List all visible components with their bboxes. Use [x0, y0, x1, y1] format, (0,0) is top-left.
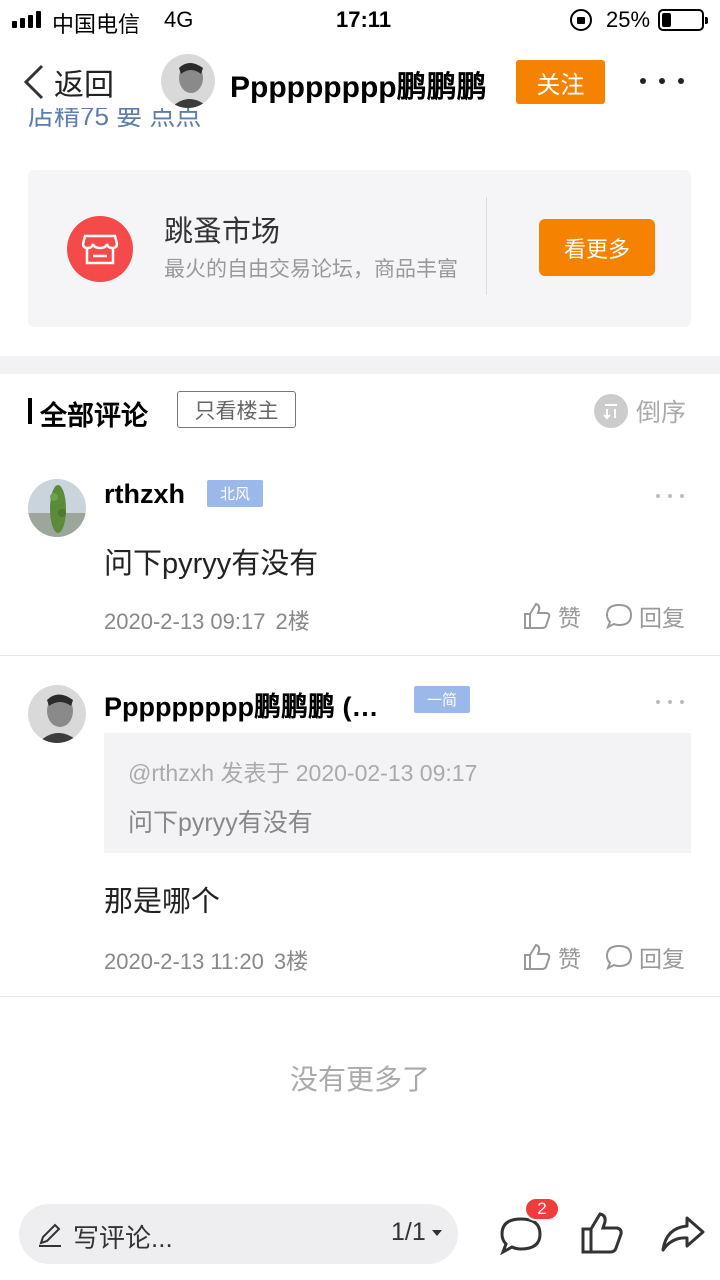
- sort-label: 倒序: [636, 399, 687, 427]
- quote-meta: @rthzxh 发表于 2020-02-13 09:17: [128, 760, 478, 786]
- reply-button[interactable]: 回复: [605, 599, 685, 633]
- chevron-down-icon: [431, 1229, 442, 1236]
- comment-timestamp: 2020-2-13 09:17: [104, 609, 266, 634]
- pen-icon: [39, 1223, 61, 1247]
- forum-card[interactable]: 跳蚤市场 最火的自由交易论坛，商品丰富 看更多: [28, 170, 691, 327]
- back-button[interactable]: 返回: [18, 60, 114, 104]
- battery-icon: [658, 9, 708, 31]
- signal-icon: [12, 10, 41, 28]
- comment-author[interactable]: rthzxh: [104, 479, 185, 510]
- comment-timestamp: 2020-2-13 11:20: [104, 949, 264, 974]
- avatar[interactable]: [28, 479, 86, 537]
- reply-bubble-icon: [605, 603, 633, 630]
- like-label: 赞: [558, 605, 581, 631]
- follow-button[interactable]: 关注: [516, 60, 605, 104]
- comment-floor: 2楼: [275, 609, 310, 634]
- like-button[interactable]: 赞: [522, 940, 581, 974]
- comment-count-badge: 2: [524, 1197, 560, 1221]
- reply-label: 回复: [639, 605, 685, 631]
- comment-author[interactable]: Ppppppppp鹏鹏鹏 (…: [104, 685, 378, 724]
- network-type: 4G: [164, 7, 194, 32]
- carrier-name: 中国电信: [52, 12, 141, 37]
- page-title[interactable]: Ppppppppp鹏鹏鹏: [230, 62, 487, 106]
- back-chevron-icon: [23, 64, 44, 100]
- title-marker: [28, 398, 32, 424]
- user-badge: 北风: [207, 480, 263, 507]
- reply-button[interactable]: 回复: [605, 940, 685, 974]
- thumb-up-icon: [524, 943, 551, 970]
- divider: [486, 197, 487, 295]
- quote-text: 问下pyryy有没有: [128, 809, 313, 837]
- share-button[interactable]: [660, 1212, 706, 1256]
- sort-icon: [594, 394, 628, 428]
- comment-item: rthzxh 北风 问下pyryy有没有 2020-2-13 09:17 2楼 赞…: [0, 448, 720, 656]
- comment-input[interactable]: 写评论... 1/1: [19, 1204, 458, 1264]
- like-label: 赞: [558, 946, 581, 972]
- user-badge: 一简: [414, 686, 470, 713]
- more-options-icon[interactable]: [640, 66, 684, 96]
- op-only-button[interactable]: 只看楼主: [177, 391, 296, 428]
- thumb-up-icon: [581, 1212, 623, 1254]
- comment-time: 2020-2-13 09:17 2楼: [104, 604, 310, 636]
- like-post-button[interactable]: [579, 1210, 625, 1256]
- comment-more-icon[interactable]: [656, 700, 684, 706]
- comment-placeholder: 写评论...: [73, 1223, 173, 1253]
- post-tags-partial: 店精75 要 点点: [28, 108, 202, 131]
- thumb-up-icon: [524, 602, 551, 629]
- like-button[interactable]: 赞: [522, 599, 581, 633]
- comment-time: 2020-2-13 11:20 3楼: [104, 944, 308, 976]
- avatar[interactable]: [28, 685, 86, 743]
- page-indicator-text: 1/1: [391, 1218, 426, 1246]
- forum-name: 跳蚤市场: [164, 216, 281, 248]
- page-indicator[interactable]: 1/1: [391, 1218, 442, 1247]
- comment-body: 问下pyryy有没有: [104, 548, 319, 580]
- comments-header: 全部评论 只看楼主 倒序: [0, 374, 720, 448]
- comment-body: 那是哪个: [104, 886, 221, 918]
- all-comments-title: 全部评论: [40, 401, 148, 431]
- comment-divider: [0, 996, 720, 997]
- clock: 17:11: [336, 7, 392, 32]
- comment-more-icon[interactable]: [656, 494, 684, 500]
- end-of-list-text: 没有更多了: [289, 1064, 430, 1095]
- battery-percent: 25%: [606, 7, 651, 32]
- sort-button[interactable]: 倒序: [594, 393, 686, 429]
- section-divider: [0, 356, 720, 374]
- comment-item: Ppppppppp鹏鹏鹏 (… 一简 @rthzxh 发表于 2020-02-1…: [0, 656, 720, 996]
- see-more-button[interactable]: 看更多: [539, 219, 655, 276]
- back-label: 返回: [54, 69, 114, 102]
- reply-bubble-icon: [605, 944, 633, 971]
- share-arrow-icon: [661, 1216, 705, 1252]
- status-bar: 中国电信 4G 17:11 25%: [0, 0, 720, 40]
- forum-description: 最火的自由交易论坛，商品丰富: [164, 258, 458, 281]
- reply-label: 回复: [639, 946, 685, 972]
- bottom-bar: 写评论... 1/1 2: [0, 1190, 720, 1280]
- quoted-comment: @rthzxh 发表于 2020-02-13 09:17 问下pyryy有没有: [104, 733, 691, 853]
- rotation-lock-icon: [570, 9, 592, 31]
- shop-icon: [67, 216, 133, 282]
- comment-floor: 3楼: [273, 949, 309, 974]
- avatar[interactable]: [161, 54, 215, 108]
